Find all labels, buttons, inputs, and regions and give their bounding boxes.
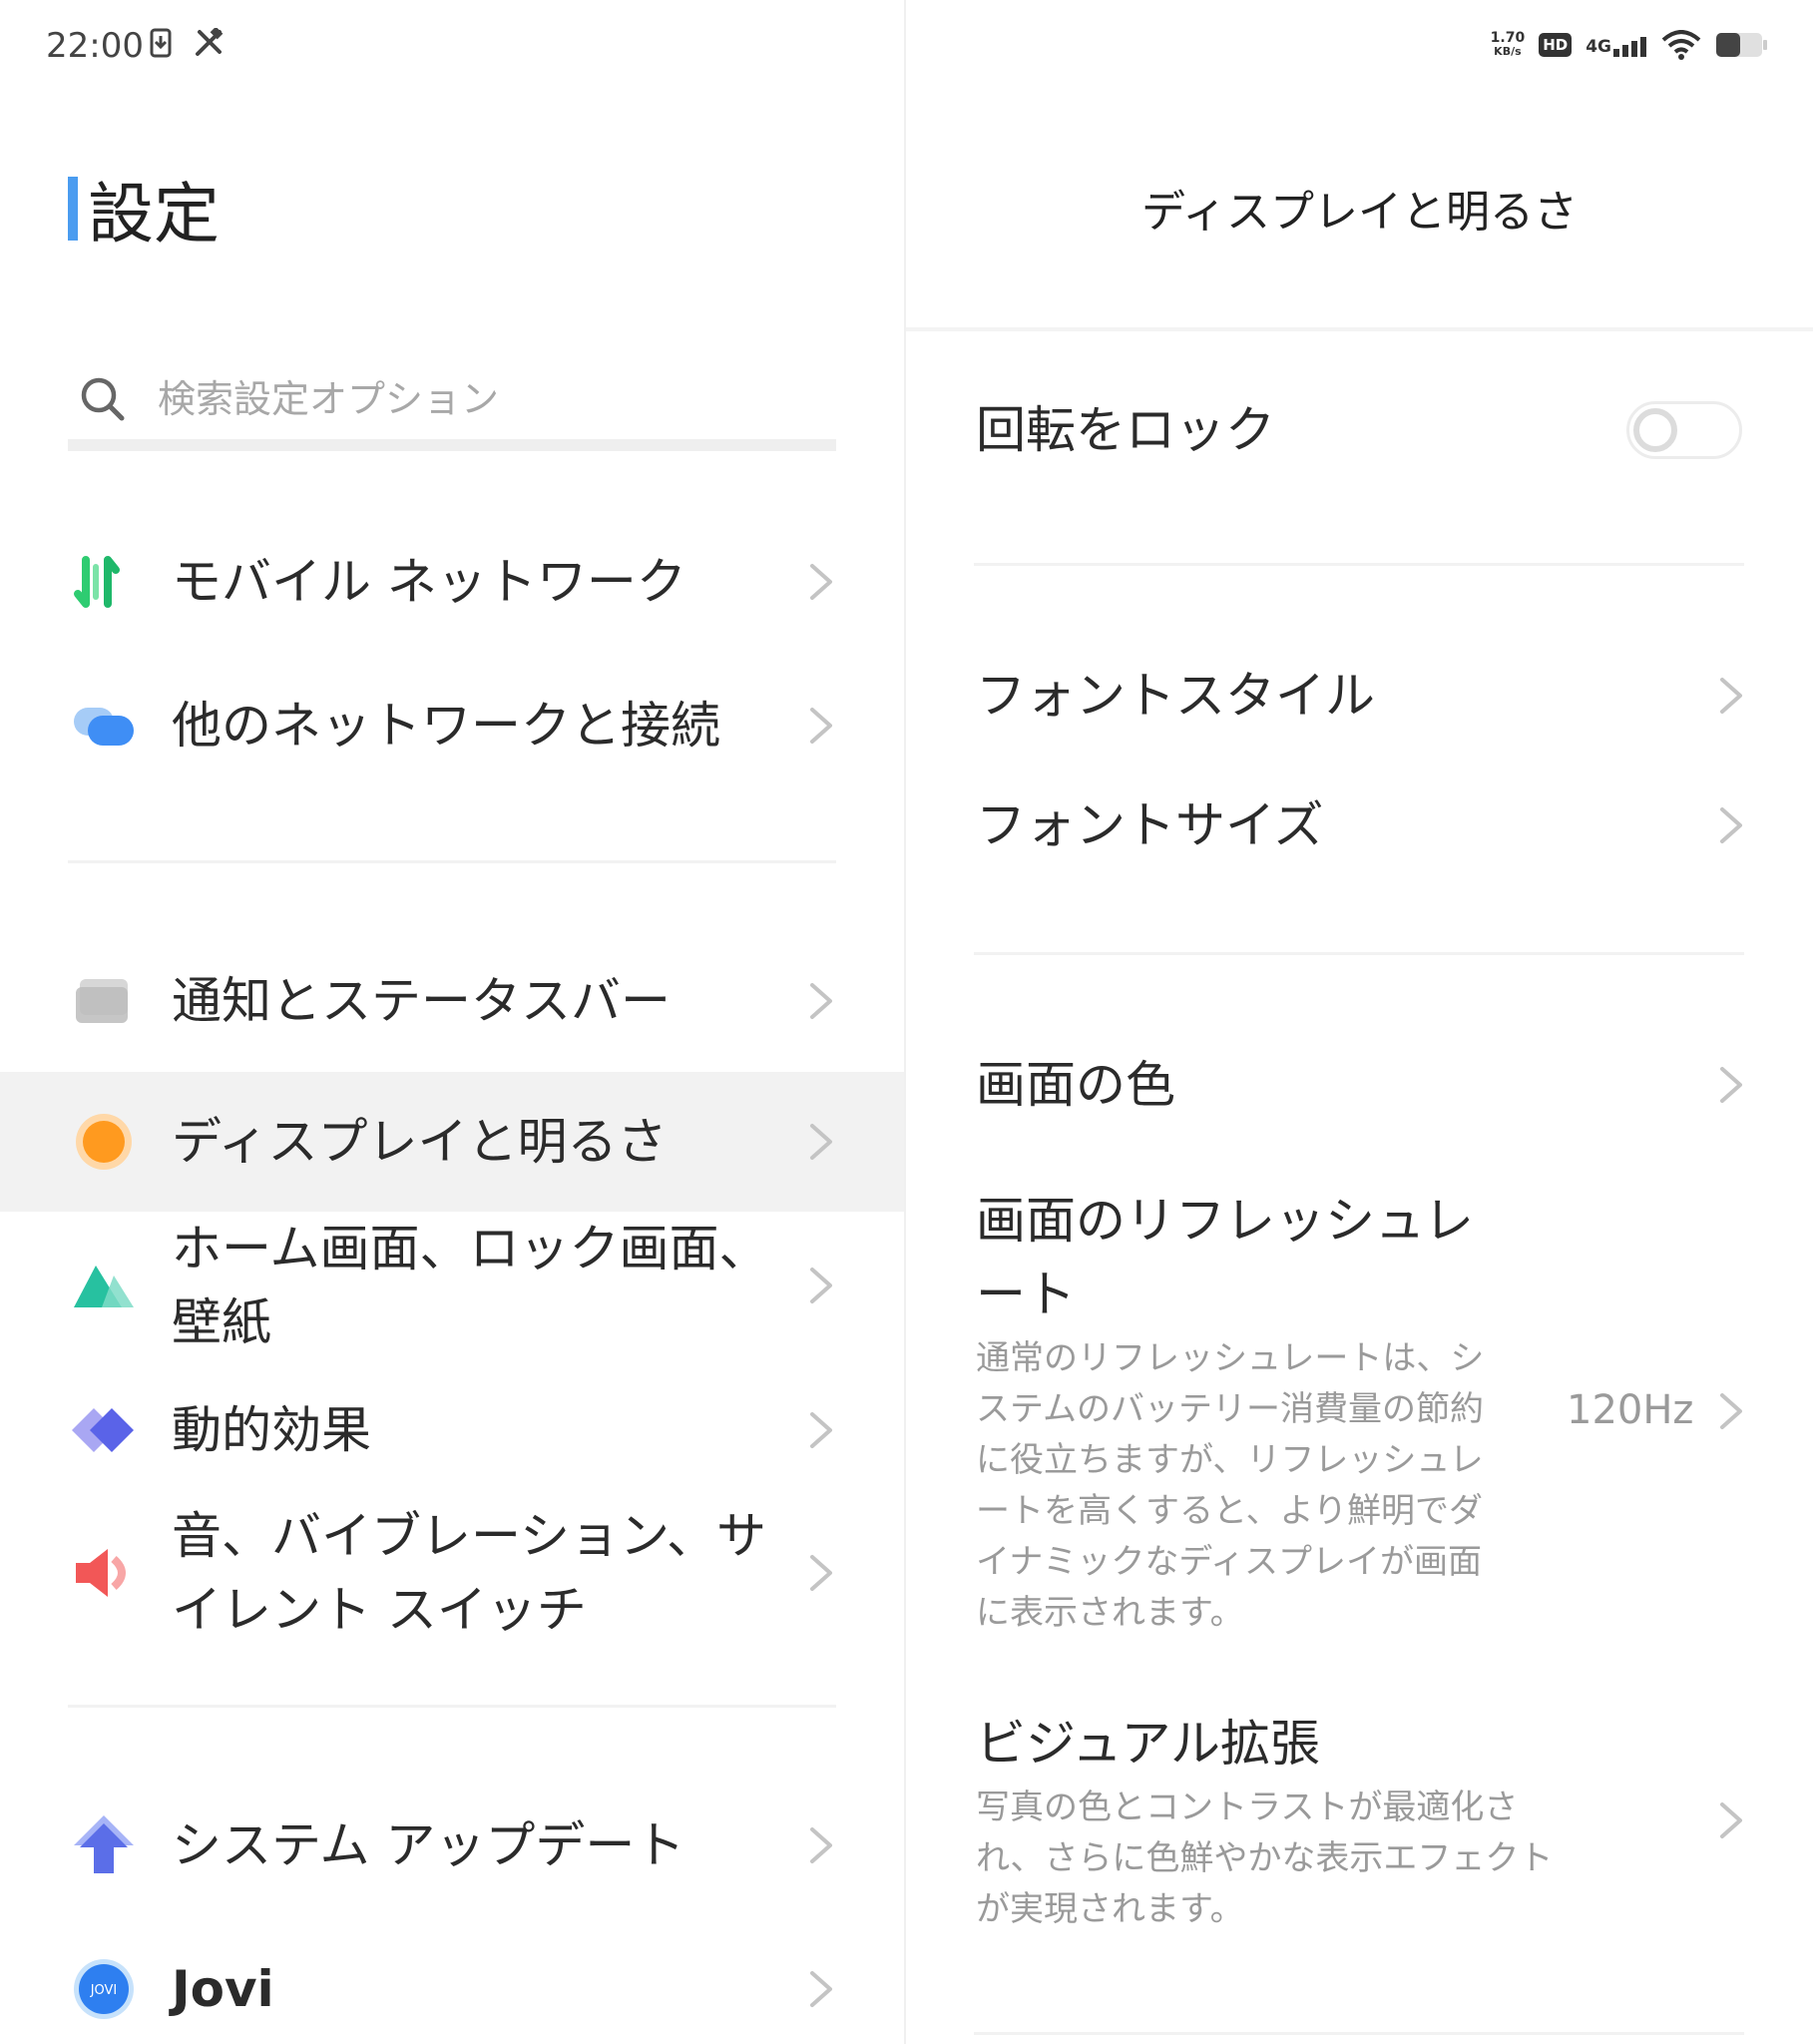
search-input[interactable] <box>158 377 756 421</box>
settings-item-dynamic-effects[interactable]: 動的効果 <box>0 1393 904 1467</box>
chevron-right-icon <box>810 1971 832 2007</box>
settings-item-mobile-network[interactable]: モバイル ネットワーク <box>0 545 904 619</box>
settings-list-pane: 設定 モバイル ネットワーク 他のネットワークと接続 <box>0 0 904 2044</box>
page-title: 設定 <box>68 170 220 253</box>
settings-item-notifications[interactable]: 通知とステータスバー <box>0 964 904 1038</box>
chevron-right-icon <box>1720 807 1742 843</box>
visual-enhance-description: 写真の色とコントラストが最適化され、さらに色鮮やかな表示エフェクトが実現されます… <box>976 1788 1554 1929</box>
dynamic-effects-icon <box>72 1408 134 1452</box>
settings-item-jovi[interactable]: JOVI Jovi <box>0 1952 904 2026</box>
section-divider <box>974 563 1744 566</box>
detail-page-title: ディスプレイと明るさ <box>1141 187 1578 238</box>
chevron-right-icon <box>810 983 832 1019</box>
wallpaper-icon <box>74 1266 134 1307</box>
chevron-right-icon <box>1720 1802 1742 1838</box>
chevron-right-icon <box>810 1268 832 1303</box>
chevron-right-icon <box>810 1412 832 1448</box>
header-divider <box>906 327 1813 331</box>
notification-icon <box>76 979 128 1023</box>
settings-item-wallpaper[interactable]: ホーム画面、ロック画面、壁紙 <box>0 1212 904 1359</box>
display-icon <box>76 1114 132 1170</box>
section-divider <box>68 1705 836 1708</box>
title-accent-bar <box>68 177 78 241</box>
sound-icon <box>76 1549 126 1597</box>
rotation-lock-toggle[interactable] <box>1626 401 1742 459</box>
toggle-knob <box>1633 408 1677 452</box>
refresh-rate-value: 120Hz <box>1567 1387 1694 1433</box>
chevron-right-icon <box>1720 678 1742 714</box>
font-size-row[interactable]: フォントサイズ <box>976 788 1754 862</box>
chevron-right-icon <box>810 564 832 600</box>
display-settings-pane: ディスプレイと明るさ 回転をロック フォントスタイル フォントサイズ 画面の色 … <box>906 0 1813 2044</box>
system-update-icon <box>74 1815 134 1873</box>
search-bar[interactable] <box>68 359 836 451</box>
section-divider <box>974 952 1744 955</box>
mobile-network-icon <box>74 556 120 608</box>
visual-enhance-row[interactable]: ビジュアル拡張 写真の色とコントラストが最適化され、さらに色鮮やかな表示エフェク… <box>976 1707 1555 1935</box>
settings-item-connections[interactable]: 他のネットワークと接続 <box>0 689 904 763</box>
settings-item-display[interactable]: ディスプレイと明るさ <box>0 1072 904 1212</box>
chevron-right-icon <box>810 1555 832 1591</box>
section-divider <box>974 2032 1744 2035</box>
chevron-right-icon <box>810 708 832 744</box>
section-divider <box>68 860 836 863</box>
settings-item-sound[interactable]: 音、バイブレーション、サイレント スイッチ <box>0 1499 904 1647</box>
chevron-right-icon <box>1720 1393 1742 1429</box>
svg-text:JOVI: JOVI <box>90 1983 118 1998</box>
refresh-rate-description: 通常のリフレッシュレートは、システムのバッテリー消費量の節約に役立ちますが、リフ… <box>976 1338 1485 1633</box>
chevron-right-icon <box>1720 1067 1742 1103</box>
chevron-right-icon <box>810 1124 832 1160</box>
refresh-rate-row[interactable]: 画面のリフレッシュレ ート 通常のリフレッシュレートは、システムのバッテリー消費… <box>976 1184 1515 1639</box>
search-icon <box>81 377 125 421</box>
connections-icon <box>74 708 134 746</box>
screen-color-row[interactable]: 画面の色 <box>976 1048 1754 1122</box>
font-style-row[interactable]: フォントスタイル <box>976 659 1754 733</box>
jovi-icon: JOVI <box>74 1959 134 2019</box>
chevron-right-icon <box>810 1827 832 1863</box>
settings-item-system-update[interactable]: システム アップデート <box>0 1808 904 1882</box>
